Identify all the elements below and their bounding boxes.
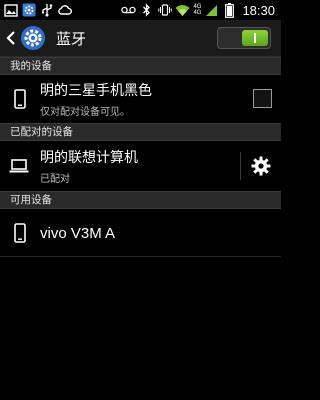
paired-device-status: 已配对 [40,174,70,185]
phone-icon [10,223,30,243]
gear-icon [251,156,271,176]
section-header-paired: 已配对的设备 [0,123,281,141]
wifi-icon [175,3,190,18]
voicemail-icon [121,3,137,18]
status-bar-left-icons [0,3,72,18]
paired-device-row[interactable]: 明的联想计算机 已配对 [0,142,281,190]
laptop-icon [8,159,30,173]
toggle-knob-on [242,30,268,46]
cloud-icon [57,3,72,18]
section-header-available: 可用设备 [0,191,281,209]
page-title: 蓝牙 [56,29,87,48]
list-divider [0,256,281,257]
back-button[interactable] [4,26,18,50]
status-bar-right-icons: 4G 4G 18:30 [121,2,281,18]
status-bar: 4G 4G 18:30 [0,0,281,20]
phone-icon [10,89,30,109]
available-device-row[interactable]: vivo V3M A [0,210,281,256]
battery-icon [222,2,237,18]
bluetooth-toggle[interactable] [217,27,271,49]
image-icon [3,3,18,18]
usb-icon [39,3,54,18]
paired-device-name: 明的联想计算机 [40,150,138,166]
my-device-visibility-text: 仅对配对设备可见。 [40,107,130,118]
row-divider [240,152,241,180]
signal-icon [204,3,219,18]
status-bar-time: 18:30 [242,2,275,18]
my-device-row[interactable]: 明的三星手机黑色 仅对配对设备可见。 [0,76,281,122]
my-device-name: 明的三星手机黑色 [40,83,152,99]
available-device-name: vivo V3M A [40,224,116,242]
vibrate-icon [157,3,172,18]
settings-gear-app-icon[interactable] [20,25,46,51]
action-bar: 蓝牙 [0,20,281,57]
settings-icon [21,3,36,18]
section-header-my-device: 我的设备 [0,57,281,75]
visibility-checkbox[interactable] [253,89,272,108]
paired-device-settings-button[interactable] [249,154,273,178]
bluetooth-icon [139,3,154,18]
back-arrow-icon [6,31,15,45]
network-type-label: 4G 4G [193,4,202,16]
